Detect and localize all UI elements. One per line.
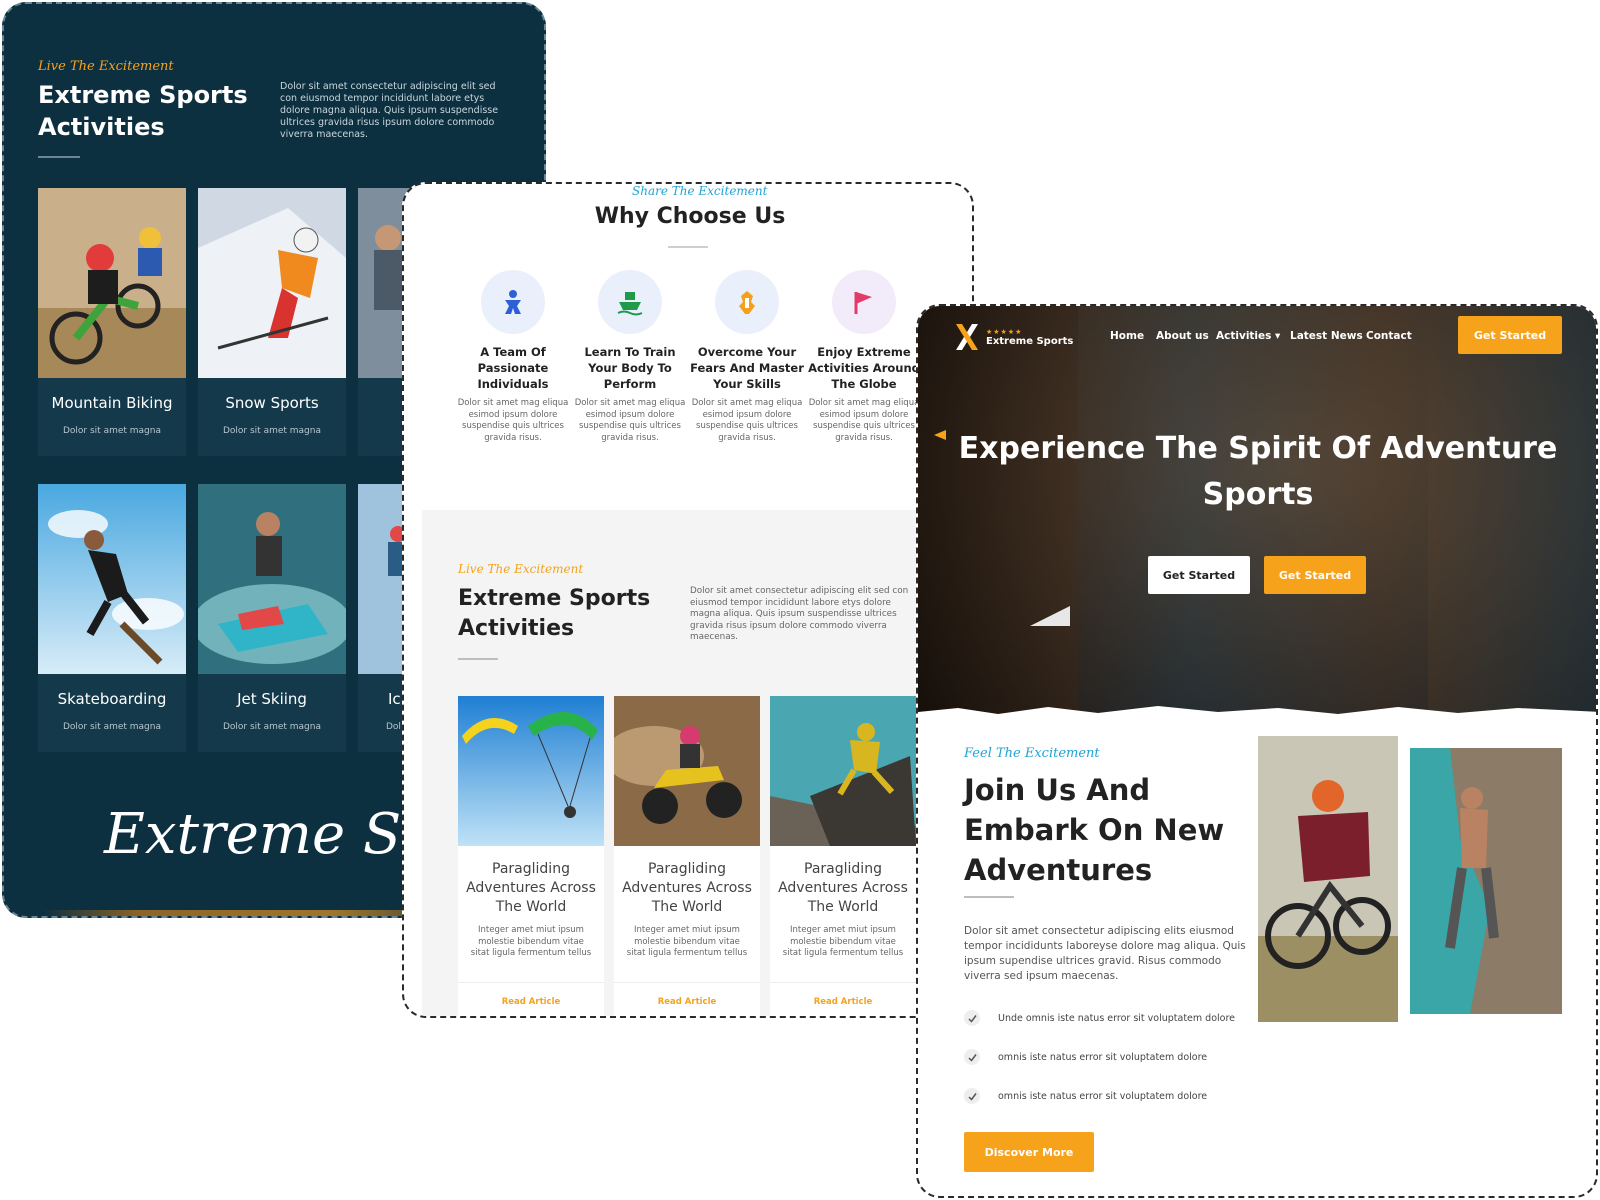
activity-name: Mountain Biking bbox=[51, 394, 173, 412]
title-divider bbox=[458, 658, 498, 660]
checklist-item: omnis iste natus error sit voluptatem do… bbox=[964, 1088, 1207, 1104]
feature-item: Learn To Train Your Body To Perform Dolo… bbox=[573, 270, 687, 444]
logo-text: Extreme Sports bbox=[986, 335, 1074, 347]
title-divider bbox=[38, 156, 80, 158]
activity-sub: Dolor sit amet magna bbox=[222, 426, 321, 436]
check-icon bbox=[964, 1049, 980, 1065]
site-logo[interactable]: ★★★★★ Extreme Sports bbox=[954, 322, 1073, 352]
read-article-link[interactable]: Read Article bbox=[614, 997, 760, 1007]
article-card[interactable]: Paragliding Adventures Across The World … bbox=[770, 696, 916, 1016]
article-desc: Integer amet miut ipsum molestie bibendu… bbox=[782, 925, 904, 958]
hero-title: Experience The Spirit Of Adventure Sport… bbox=[958, 431, 1558, 512]
feature-title: Learn To Train Your Body To Perform bbox=[584, 345, 676, 391]
nav-latest-news[interactable]: Latest News bbox=[1290, 330, 1363, 342]
mountain-biking-photo bbox=[38, 188, 186, 378]
read-article-link[interactable]: Read Article bbox=[770, 997, 916, 1007]
activity-card[interactable]: Snow Sports Dolor sit amet magna bbox=[198, 188, 346, 456]
hero-get-started-button[interactable]: Get Started bbox=[1148, 556, 1250, 594]
tagline: Feel The Excitement bbox=[964, 746, 1100, 761]
activity-sub: Dolor sit amet magna bbox=[222, 722, 321, 732]
feature-title: A Team Of Passionate Individuals bbox=[477, 345, 549, 391]
article-title: Paragliding Adventures Across The World bbox=[622, 861, 752, 915]
logo-x-icon bbox=[956, 324, 978, 350]
rock-climber-photo bbox=[1410, 748, 1562, 1014]
section-tagline: Live The Excitement bbox=[458, 562, 584, 576]
checklist-text: Unde omnis iste natus error sit voluptat… bbox=[998, 1012, 1236, 1024]
snow-sports-photo bbox=[198, 188, 346, 378]
torn-edge-decoration bbox=[918, 706, 1596, 724]
activity-name: Snow Sports bbox=[225, 394, 319, 412]
feature-title: Overcome Your Fears And Master Your Skil… bbox=[690, 345, 804, 391]
jet-skiing-photo bbox=[198, 484, 346, 674]
flag-icon bbox=[832, 270, 896, 334]
section-description: Dolor sit amet consectetur adipiscing el… bbox=[280, 81, 499, 140]
checklist-text: omnis iste natus error sit voluptatem do… bbox=[998, 1051, 1208, 1063]
activity-sub: Dolor sit amet magna bbox=[62, 722, 161, 732]
article-title: Paragliding Adventures Across The World bbox=[778, 861, 908, 915]
home-hero-panel: ★★★★★ Extreme Sports Home About us Activ… bbox=[916, 304, 1598, 1198]
check-icon bbox=[964, 1088, 980, 1104]
article-title: Paragliding Adventures Across The World bbox=[466, 861, 596, 915]
feature-item: Overcome Your Fears And Master Your Skil… bbox=[690, 270, 804, 444]
logo-stars: ★★★★★ bbox=[986, 327, 1023, 336]
checklist-text: omnis iste natus error sit voluptatem do… bbox=[998, 1090, 1208, 1102]
activity-card[interactable]: Mountain Biking Dolor sit amet magna bbox=[38, 188, 186, 456]
card-divider bbox=[614, 981, 760, 983]
card-divider bbox=[770, 981, 916, 983]
article-card[interactable]: Paragliding Adventures Across The World … bbox=[458, 696, 604, 1016]
section-title: Join Us And Embark On New Adventures bbox=[964, 773, 1225, 887]
slider-prev-arrow-icon[interactable] bbox=[934, 430, 946, 440]
section-title: Extreme Sports Activities bbox=[458, 586, 651, 641]
activity-card[interactable]: Jet Skiing Dolor sit amet magna bbox=[198, 484, 346, 752]
feature-desc: Dolor sit amet mag eliqua esimod ipsum d… bbox=[691, 398, 803, 443]
activity-name: Skateboarding bbox=[57, 690, 167, 708]
section-title: Extreme Sports Activities bbox=[38, 81, 248, 141]
article-desc: Integer amet miut ipsum molestie bibendu… bbox=[626, 925, 748, 958]
read-article-link[interactable]: Read Article bbox=[458, 997, 604, 1007]
skateboarding-photo bbox=[38, 484, 186, 674]
feature-item: A Team Of Passionate Individuals Dolor s… bbox=[456, 270, 570, 444]
card-divider bbox=[458, 981, 604, 983]
activity-sub: Dolor sit amet magna bbox=[62, 426, 161, 436]
why-choose-panel: Share The Excitement Why Choose Us A Tea… bbox=[402, 182, 974, 1018]
tagline: Live The Excitement bbox=[38, 59, 174, 74]
paragliding-photo bbox=[458, 696, 604, 846]
checklist-item: omnis iste natus error sit voluptatem do… bbox=[964, 1049, 1207, 1065]
discover-more-button[interactable]: Discover More bbox=[964, 1132, 1094, 1172]
article-desc: Integer amet miut ipsum molestie bibendu… bbox=[470, 925, 592, 958]
section-description: Dolor sit amet consectetur adipiscing el… bbox=[964, 925, 1246, 982]
check-icon bbox=[964, 1010, 980, 1026]
activity-name: Jet Skiing bbox=[237, 690, 307, 708]
atv-photo bbox=[614, 696, 760, 846]
nav-contact[interactable]: Contact bbox=[1366, 330, 1412, 342]
feature-desc: Dolor sit amet mag eliqua esimod ipsum d… bbox=[574, 398, 686, 443]
section-description: Dolor sit amet consectetur adipiscing el… bbox=[690, 586, 909, 642]
feature-title: Enjoy Extreme Activities Around The Glob… bbox=[808, 345, 920, 391]
triangle-decoration-icon bbox=[1030, 606, 1070, 626]
feature-item: Enjoy Extreme Activities Around The Glob… bbox=[807, 270, 921, 444]
title-divider bbox=[668, 246, 708, 248]
tagline: Share The Excitement bbox=[632, 184, 768, 198]
feature-desc: Dolor sit amet mag eliqua esimod ipsum d… bbox=[808, 398, 920, 443]
section-title: Why Choose Us bbox=[594, 204, 786, 229]
title-divider bbox=[964, 896, 1014, 898]
hero-get-started-secondary-button[interactable]: Get Started bbox=[1264, 556, 1366, 594]
feature-desc: Dolor sit amet mag eliqua esimod ipsum d… bbox=[457, 398, 569, 443]
base-jump-photo bbox=[770, 696, 916, 846]
mask-icon bbox=[715, 270, 779, 334]
nav-home[interactable]: Home bbox=[1110, 330, 1144, 342]
mountain-biker-photo bbox=[1258, 736, 1398, 1022]
team-icon bbox=[481, 270, 545, 334]
boat-icon bbox=[598, 270, 662, 334]
header-get-started-button[interactable]: Get Started bbox=[1458, 316, 1562, 354]
checklist-item: Unde omnis iste natus error sit voluptat… bbox=[964, 1010, 1235, 1026]
nav-about[interactable]: About us bbox=[1156, 330, 1209, 342]
nav-activities[interactable]: Activities ▾ bbox=[1216, 330, 1280, 342]
activity-card[interactable]: Skateboarding Dolor sit amet magna bbox=[38, 484, 186, 752]
article-card[interactable]: Paragliding Adventures Across The World … bbox=[614, 696, 760, 1016]
